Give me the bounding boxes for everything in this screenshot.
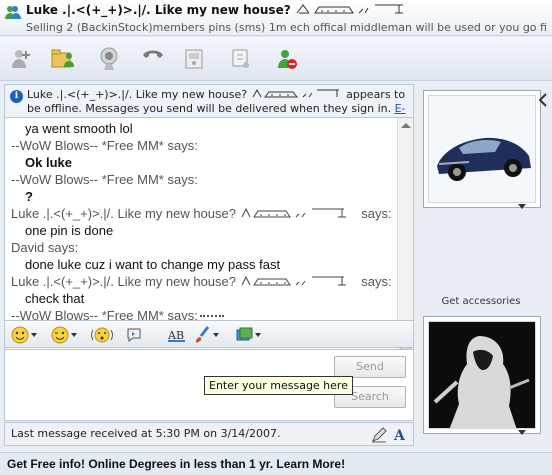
ad-banner[interactable]: Get Free info! Online Degrees in less th… bbox=[0, 452, 552, 475]
svg-text:A: A bbox=[393, 428, 406, 444]
font-icon: AB bbox=[167, 329, 185, 342]
display-pictures-panel: Get accessories bbox=[420, 84, 548, 448]
nudge-icon bbox=[91, 327, 113, 343]
sports-car-image bbox=[429, 96, 535, 202]
message-text: done luke cuz i want to change my pass f… bbox=[25, 257, 281, 272]
share-files-button[interactable] bbox=[48, 44, 78, 74]
sender-line: Luke .|.<(+_+)>.|/. Like my new house? s… bbox=[11, 205, 396, 222]
activities-button[interactable] bbox=[180, 44, 210, 74]
photo-share-icon bbox=[236, 327, 253, 341]
games-button[interactable] bbox=[226, 44, 256, 74]
offline-notice: i Luke .|.<(+_+)>.|/. Like my new house?… bbox=[4, 84, 414, 129]
house-art-icon bbox=[241, 275, 346, 286]
smiley-icon bbox=[11, 326, 29, 344]
contact-display-picture[interactable] bbox=[423, 90, 541, 208]
send-button[interactable]: Send bbox=[334, 356, 406, 378]
window-title: Luke .|.<(+_+)>.|/. Like my new house? bbox=[26, 3, 546, 17]
window-title-text: Luke .|.<(+_+)>.|/. Like my new house? bbox=[26, 3, 295, 17]
ink-button[interactable] bbox=[235, 325, 261, 345]
hooded-figure-image bbox=[429, 322, 535, 428]
chevron-down-icon bbox=[213, 333, 219, 337]
message-text: check that bbox=[25, 291, 85, 306]
house-art-icon bbox=[252, 88, 339, 98]
paintbrush-icon bbox=[196, 326, 210, 343]
video-button[interactable] bbox=[94, 44, 124, 74]
message-list: ya went smooth lol --WoW Blows-- *Free MM… bbox=[11, 120, 396, 324]
get-accessories-label[interactable]: Get accessories bbox=[420, 296, 542, 307]
font-button[interactable]: AB bbox=[167, 325, 187, 345]
status-bar: Last message received at 5:30 PM on 3/14… bbox=[4, 422, 414, 446]
title-bar: Luke .|.<(+_+)>.|/. Like my new house? S… bbox=[0, 0, 552, 36]
says-label: says: bbox=[357, 274, 392, 289]
scroll-up-icon[interactable] bbox=[401, 123, 411, 128]
invite-button[interactable] bbox=[6, 44, 36, 74]
block-icon bbox=[278, 50, 297, 69]
collapse-panel-button[interactable] bbox=[538, 92, 552, 112]
wink-icon bbox=[51, 326, 69, 344]
voice-clip-button[interactable] bbox=[125, 325, 143, 345]
font-size-icon[interactable]: A bbox=[393, 426, 409, 444]
video-icon bbox=[100, 47, 118, 70]
background-button[interactable] bbox=[195, 325, 219, 345]
message-text: Ok luke bbox=[25, 155, 72, 170]
compose-toolbar: AB bbox=[4, 320, 414, 348]
block-button[interactable] bbox=[272, 44, 302, 74]
chevron-down-icon bbox=[71, 333, 77, 337]
sender-line: Luke .|.<(+_+)>.|/. Like my new house? s… bbox=[11, 273, 396, 290]
says-label: says: bbox=[357, 206, 392, 221]
emoticon-button[interactable] bbox=[11, 325, 37, 345]
call-icon bbox=[143, 50, 163, 58]
message-text: ya went smooth lol bbox=[25, 121, 133, 136]
buddy-icon bbox=[5, 6, 21, 19]
message-text: ? bbox=[25, 189, 33, 204]
info-icon: i bbox=[10, 90, 23, 103]
chevron-down-icon bbox=[31, 333, 37, 337]
chevron-down-icon[interactable] bbox=[518, 204, 526, 209]
chevron-down-icon[interactable] bbox=[518, 430, 526, 435]
chevron-left-icon bbox=[538, 93, 547, 107]
sender-name: Luke .|.<(+_+)>.|/. Like my new house? bbox=[11, 274, 240, 289]
input-tooltip: Enter your message here bbox=[204, 376, 353, 395]
my-display-picture[interactable] bbox=[423, 316, 541, 434]
nudge-button[interactable] bbox=[91, 325, 113, 345]
sender-line: --WoW Blows-- *Free MM* says: bbox=[11, 172, 198, 187]
sender-name: Luke .|.<(+_+)>.|/. Like my new house? bbox=[11, 206, 240, 221]
games-icon bbox=[232, 49, 249, 68]
wink-button[interactable] bbox=[51, 325, 77, 345]
activities-icon bbox=[185, 49, 203, 69]
chevron-down-icon bbox=[255, 333, 261, 337]
assassin-picture bbox=[428, 321, 536, 429]
message-text: one pin is done bbox=[25, 223, 114, 238]
speech-bubble-icon bbox=[127, 328, 141, 342]
car-picture bbox=[428, 95, 536, 203]
house-art-icon bbox=[296, 4, 403, 14]
offline-notice-name: Luke .|.<(+_+)>.|/. Like my new house? bbox=[27, 88, 251, 101]
sender-line: David says: bbox=[11, 240, 79, 255]
invite-icon bbox=[12, 50, 30, 68]
share-files-icon bbox=[51, 49, 74, 68]
pen-icon[interactable] bbox=[371, 427, 387, 443]
resize-grip[interactable] bbox=[200, 315, 224, 318]
personal-message: Selling 2 (BackinStock)members pins (sms… bbox=[26, 21, 546, 34]
conversation-toolbar bbox=[0, 37, 552, 81]
call-button[interactable] bbox=[138, 44, 168, 74]
house-art-icon bbox=[241, 207, 346, 218]
sender-line: --WoW Blows-- *Free MM* says: bbox=[11, 138, 198, 153]
last-message-status: Last message received at 5:30 PM on 3/14… bbox=[11, 427, 281, 440]
